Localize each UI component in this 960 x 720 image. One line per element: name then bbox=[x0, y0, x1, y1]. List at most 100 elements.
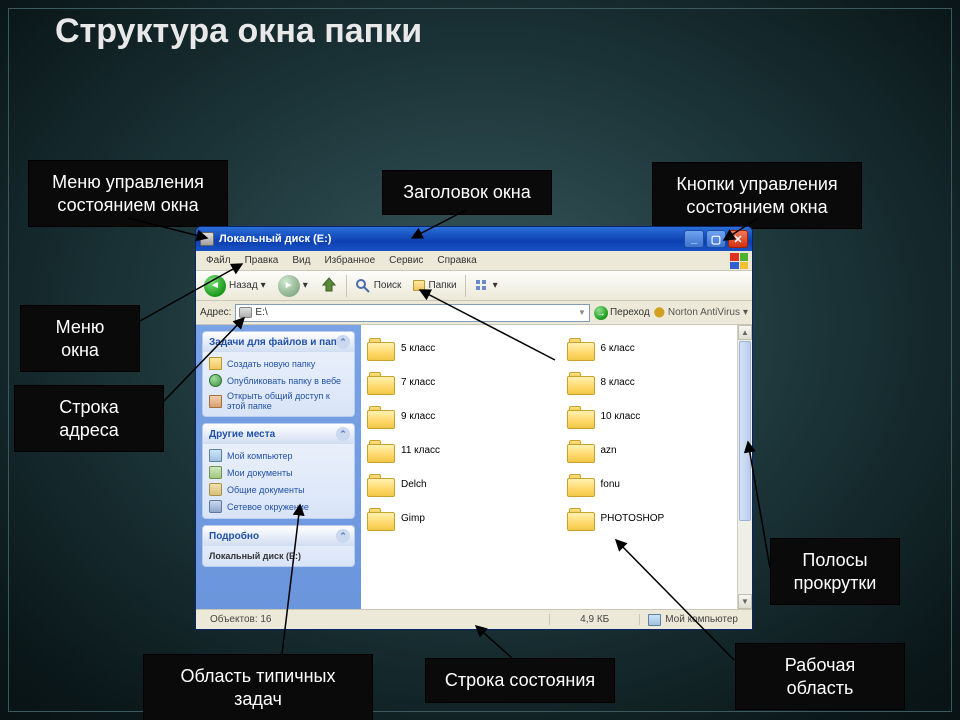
folder-label: 11 класс bbox=[401, 445, 440, 456]
status-objects: Объектов: 16 bbox=[202, 614, 550, 625]
folder-label: 9 класс bbox=[401, 411, 435, 422]
place-label: Общие документы bbox=[227, 485, 305, 495]
callout-title: Заголовок окна bbox=[382, 170, 552, 215]
folder-label: 10 класс bbox=[601, 411, 641, 422]
folder-icon bbox=[367, 370, 395, 394]
tasks-header-label: Задачи для файлов и папок bbox=[209, 337, 348, 348]
callout-menubar: Меню окна bbox=[20, 305, 140, 372]
close-button[interactable]: ✕ bbox=[728, 230, 748, 248]
windows-flag-icon bbox=[730, 253, 748, 269]
folder-item[interactable]: 6 класс bbox=[567, 333, 747, 363]
search-button[interactable]: Поиск bbox=[351, 276, 406, 296]
menu-tools[interactable]: Сервис bbox=[383, 253, 429, 268]
tasks-panel: Задачи для файлов и папок⌃ Создать новую… bbox=[202, 331, 355, 417]
details-text: Локальный диск (E:) bbox=[209, 551, 301, 561]
norton-button[interactable]: ⬤Norton AntiVirus ▾ bbox=[654, 307, 748, 318]
folder-icon bbox=[567, 336, 595, 360]
folder-label: 6 класс bbox=[601, 343, 635, 354]
forward-button[interactable]: ► ▾ bbox=[274, 273, 312, 299]
computer-icon bbox=[209, 449, 222, 462]
folder-label: PHOTOSHOP bbox=[601, 513, 665, 524]
place-label: Мой компьютер bbox=[227, 451, 293, 461]
place-label: Мои документы bbox=[227, 468, 293, 478]
tasks-header[interactable]: Задачи для файлов и папок⌃ bbox=[203, 332, 354, 352]
scroll-up-button[interactable]: ▲ bbox=[738, 325, 752, 340]
system-menu-icon[interactable] bbox=[200, 232, 214, 246]
toolbar-separator bbox=[346, 275, 347, 297]
folder-label: Gimp bbox=[401, 513, 425, 524]
maximize-button[interactable]: ▢ bbox=[706, 230, 726, 248]
folder-icon bbox=[367, 506, 395, 530]
vertical-scrollbar[interactable]: ▲ ▼ bbox=[737, 325, 752, 609]
callout-statusbar: Строка состояния bbox=[425, 658, 615, 703]
place-shareddocs[interactable]: Общие документы bbox=[209, 483, 348, 496]
callout-window-buttons: Кнопки управления состоянием окна bbox=[652, 162, 862, 229]
minimize-button[interactable]: _ bbox=[684, 230, 704, 248]
share-icon bbox=[209, 395, 222, 408]
folder-item[interactable]: 5 класс bbox=[367, 333, 547, 363]
folder-icon bbox=[367, 438, 395, 462]
folder-item[interactable]: Gimp bbox=[367, 503, 547, 533]
places-header[interactable]: Другие места ⌃ bbox=[203, 424, 354, 444]
callout-workarea: Рабочая область bbox=[735, 643, 905, 710]
publish-icon bbox=[209, 374, 222, 387]
task-publish[interactable]: Опубликовать папку в вебе bbox=[209, 374, 348, 387]
status-location-label: Мой компьютер bbox=[665, 614, 738, 625]
details-header[interactable]: Подробно⌃ bbox=[203, 526, 354, 546]
titlebar[interactable]: Локальный диск (E:) _ ▢ ✕ bbox=[196, 227, 752, 251]
address-field[interactable]: E:\ ▼ bbox=[235, 304, 590, 322]
menu-file[interactable]: Файл bbox=[200, 253, 237, 268]
menu-favorites[interactable]: Избранное bbox=[318, 253, 381, 268]
documents-icon bbox=[209, 466, 222, 479]
collapse-icon[interactable]: ⌃ bbox=[336, 529, 350, 543]
folder-window: Локальный диск (E:) _ ▢ ✕ Файл Правка Ви… bbox=[195, 226, 753, 630]
menu-help[interactable]: Справка bbox=[431, 253, 482, 268]
collapse-icon[interactable]: ⌃ bbox=[336, 427, 350, 441]
scroll-thumb[interactable] bbox=[739, 341, 751, 521]
views-button[interactable]: ▾ bbox=[470, 276, 502, 296]
task-label: Открыть общий доступ к этой папке bbox=[227, 391, 348, 411]
back-button[interactable]: ◄Назад ▾ bbox=[200, 273, 270, 299]
folder-icon bbox=[567, 370, 595, 394]
folder-item[interactable]: 11 класс bbox=[367, 435, 547, 465]
folder-label: fonu bbox=[601, 479, 620, 490]
drive-icon bbox=[239, 307, 252, 318]
dropdown-icon[interactable]: ▼ bbox=[578, 308, 586, 317]
up-button[interactable] bbox=[316, 275, 342, 297]
folder-item[interactable]: fonu bbox=[567, 469, 747, 499]
folder-item[interactable]: 10 класс bbox=[567, 401, 747, 431]
folder-label: Delch bbox=[401, 479, 427, 490]
callout-addressbar: Строка адреса bbox=[14, 385, 164, 452]
places-header-label: Другие места bbox=[209, 429, 275, 440]
folder-item[interactable]: Delch bbox=[367, 469, 547, 499]
task-share[interactable]: Открыть общий доступ к этой папке bbox=[209, 391, 348, 411]
folder-icon bbox=[567, 506, 595, 530]
scroll-down-button[interactable]: ▼ bbox=[738, 594, 752, 609]
folder-icon bbox=[567, 438, 595, 462]
folder-item[interactable]: 9 класс bbox=[367, 401, 547, 431]
folder-item[interactable]: PHOTOSHOP bbox=[567, 503, 747, 533]
folder-item[interactable]: 8 класс bbox=[567, 367, 747, 397]
folder-icon bbox=[367, 336, 395, 360]
menu-view[interactable]: Вид bbox=[286, 253, 316, 268]
norton-label: Norton AntiVirus bbox=[668, 307, 740, 318]
callout-scrollbars: Полосы прокрутки bbox=[770, 538, 900, 605]
content-area[interactable]: 5 класс 6 класс 7 класс 8 класс 9 класс 10 кл… bbox=[361, 325, 752, 609]
back-label: Назад bbox=[229, 280, 258, 291]
place-mycomputer[interactable]: Мой компьютер bbox=[209, 449, 348, 462]
place-network[interactable]: Сетевое окружение bbox=[209, 500, 348, 513]
menu-edit[interactable]: Правка bbox=[239, 253, 285, 268]
status-location: Мой компьютер bbox=[640, 614, 746, 626]
search-label: Поиск bbox=[374, 280, 402, 291]
folder-item[interactable]: azn bbox=[567, 435, 747, 465]
folders-icon bbox=[413, 280, 425, 291]
folder-label: 7 класс bbox=[401, 377, 435, 388]
task-label: Опубликовать папку в вебе bbox=[227, 376, 341, 386]
folders-button[interactable]: Папки bbox=[409, 278, 460, 293]
status-bar: Объектов: 16 4,9 КБ Мой компьютер bbox=[196, 609, 752, 629]
collapse-icon[interactable]: ⌃ bbox=[336, 335, 350, 349]
place-mydocs[interactable]: Мои документы bbox=[209, 466, 348, 479]
go-button[interactable]: →Переход bbox=[594, 306, 650, 320]
task-new-folder[interactable]: Создать новую папку bbox=[209, 357, 348, 370]
folder-item[interactable]: 7 класс bbox=[367, 367, 547, 397]
